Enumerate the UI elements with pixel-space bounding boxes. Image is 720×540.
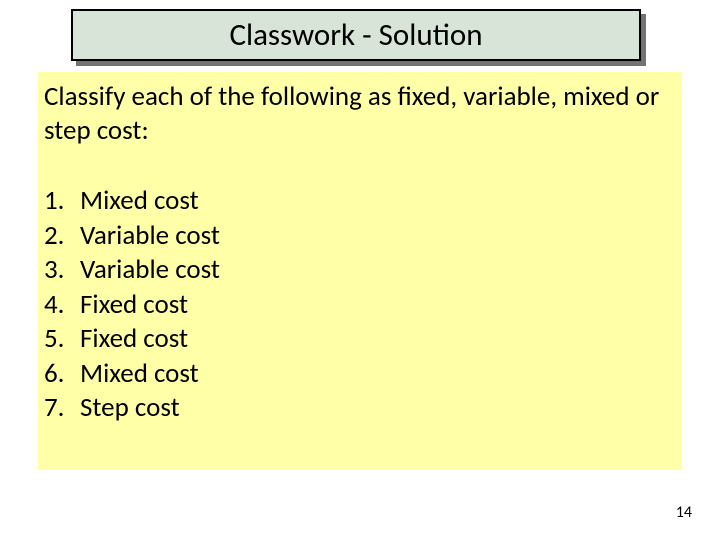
answer-list: 1. Mixed cost 2. Variable cost 3. Variab… [44,184,220,426]
instruction-text: Classify each of the following as fixed,… [44,80,674,148]
item-text: Step cost [80,391,180,426]
item-text: Fixed cost [80,322,188,357]
slide-title: Classwork - Solution [229,20,482,51]
page-number: 14 [676,503,692,522]
list-item: 2. Variable cost [44,219,220,254]
list-item: 4. Fixed cost [44,288,220,323]
item-text: Variable cost [80,219,220,254]
list-item: 7. Step cost [44,391,220,426]
list-item: 3. Variable cost [44,253,220,288]
item-number: 1. [44,184,80,219]
item-number: 5. [44,322,80,357]
list-item: 6. Mixed cost [44,357,220,392]
item-text: Fixed cost [80,288,188,323]
list-item: 5. Fixed cost [44,322,220,357]
item-text: Mixed cost [80,357,199,392]
item-number: 2. [44,219,80,254]
slide: Classwork - Solution Classify each of th… [0,0,720,540]
item-text: Variable cost [80,253,220,288]
item-text: Mixed cost [80,184,199,219]
item-number: 3. [44,253,80,288]
item-number: 7. [44,391,80,426]
title-box: Classwork - Solution [71,9,641,61]
item-number: 4. [44,288,80,323]
item-number: 6. [44,357,80,392]
list-item: 1. Mixed cost [44,184,220,219]
